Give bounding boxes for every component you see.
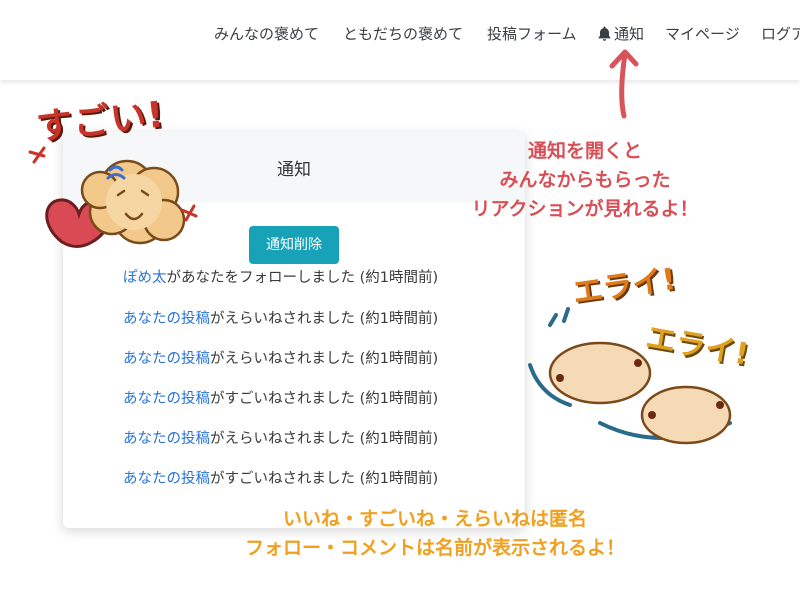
nav-logout[interactable]: ログア xyxy=(761,22,800,46)
notification-item: あなたの投稿がすごいねされました (約1時間前) xyxy=(123,387,438,408)
annotation-anonymity-info: いいね・すごいね・えらいねは匿名 フォロー・コメントは名前が表示されるよ！ xyxy=(180,505,690,563)
notification-item: あなたの投稿がえらいねされました (約1時間前) xyxy=(123,307,438,328)
notification-text: がえらいねされました (約1時間前) xyxy=(210,431,439,447)
nav-notifications[interactable]: 通知 xyxy=(598,22,644,46)
annotation-line: みんなからもらった xyxy=(499,169,671,191)
notification-text: がすごいねされました (約1時間前) xyxy=(210,391,439,407)
annotation-line: いいね・すごいね・えらいねは匿名 xyxy=(282,508,587,530)
notification-post-link[interactable]: あなたの投稿 xyxy=(123,471,210,487)
notification-user-link[interactable]: ぽめ太 xyxy=(123,270,167,286)
notification-item: ぽめ太があなたをフォローしました (約1時間前) xyxy=(123,266,438,287)
fluffy-dogs-icon xyxy=(528,307,732,445)
arrow-up-icon xyxy=(609,49,639,119)
notification-post-link[interactable]: あなたの投稿 xyxy=(123,351,210,367)
notification-item: あなたの投稿がえらいねされました (約1時間前) xyxy=(123,427,438,448)
top-navbar: みんなの褒めて ともだちの褒めて 投稿フォーム 通知 マイページ ログア xyxy=(0,0,800,80)
annotation-line: 通知を開くと xyxy=(527,140,642,162)
notification-item: あなたの投稿がすごいねされました (約1時間前) xyxy=(123,467,438,488)
erai-sticker: エライ! エライ! xyxy=(520,255,795,465)
annotation-line: フォロー・コメントは名前が表示されるよ！ xyxy=(244,537,625,559)
notification-text: がすごいねされました (約1時間前) xyxy=(210,471,439,487)
nav-everyone-praise[interactable]: みんなの褒めて xyxy=(214,22,319,46)
sugoi-sticker: すごい! xyxy=(22,92,212,252)
nav-friends-praise[interactable]: ともだちの褒めて xyxy=(343,22,463,46)
annotation-notification-info: 通知を開くと みんなからもらった リアクションが見れるよ！ xyxy=(420,137,750,224)
delete-notifications-button[interactable]: 通知削除 xyxy=(249,226,339,264)
nav-mypage[interactable]: マイページ xyxy=(665,22,740,46)
notification-text: があなたをフォローしました (約1時間前) xyxy=(166,270,439,286)
notification-item: あなたの投稿がえらいねされました (約1時間前) xyxy=(123,347,438,368)
notification-post-link[interactable]: あなたの投稿 xyxy=(123,311,210,327)
notification-text: がえらいねされました (約1時間前) xyxy=(210,351,439,367)
notification-post-link[interactable]: あなたの投稿 xyxy=(123,391,210,407)
notification-post-link[interactable]: あなたの投稿 xyxy=(123,431,210,447)
nav-notifications-label: 通知 xyxy=(614,25,645,43)
annotation-line: リアクションが見れるよ！ xyxy=(471,198,699,220)
notification-text: がえらいねされました (約1時間前) xyxy=(210,311,439,327)
nav-post-form[interactable]: 投稿フォーム xyxy=(487,22,577,46)
